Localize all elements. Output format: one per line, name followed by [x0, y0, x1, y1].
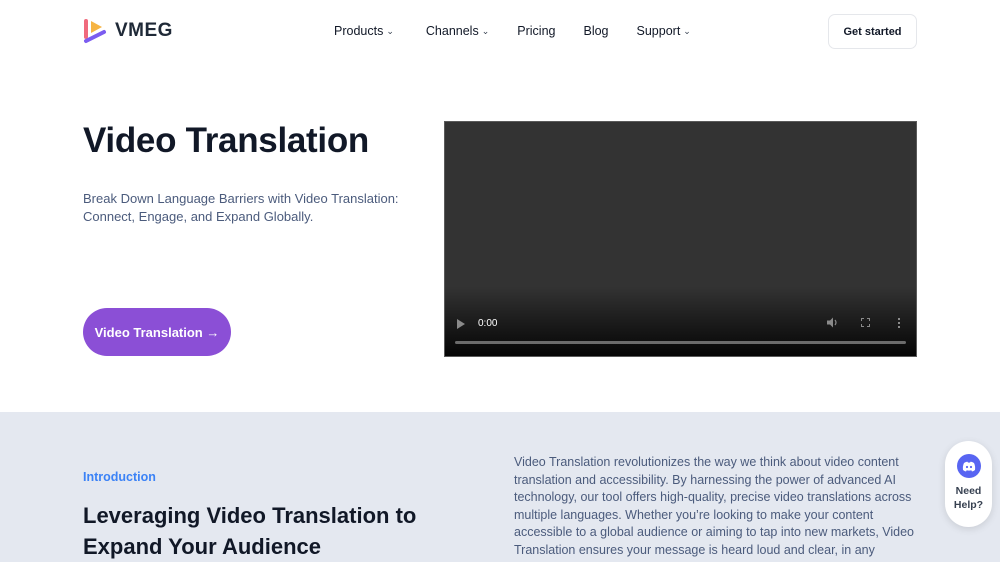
page-title: Video Translation [83, 121, 369, 160]
nav-products[interactable]: Products ⌄ [334, 24, 394, 38]
chevron-down-icon: ⌄ [386, 26, 394, 36]
nav-pricing-label: Pricing [517, 24, 556, 38]
nav-channels[interactable]: Channels ⌄ [426, 24, 489, 38]
nav-blog-label: Blog [583, 24, 609, 38]
nav-channels-label: Channels [425, 24, 479, 38]
video-current-time: 0:00 [478, 318, 498, 329]
play-icon[interactable] [457, 319, 465, 329]
nav-support-label: Support [636, 24, 681, 38]
nav-products-label: Products [334, 24, 384, 38]
section-heading: Leveraging Video Translation to Expand Y… [83, 503, 417, 559]
video-player[interactable]: 0:00 [444, 121, 917, 357]
fullscreen-icon[interactable] [861, 318, 870, 327]
vmeg-logo-icon [84, 19, 106, 43]
logo[interactable]: VMEG [83, 18, 173, 44]
chevron-down-icon: ⌄ [683, 26, 691, 36]
chevron-down-icon: ⌄ [481, 26, 490, 36]
nav-support[interactable]: Support ⌄ [637, 24, 691, 38]
need-help-label: Need Help? [953, 485, 984, 511]
introduction-section: Introduction Leveraging Video Translatio… [0, 412, 1000, 562]
discord-icon [956, 454, 981, 478]
need-help-widget[interactable]: Need Help? [945, 441, 992, 527]
section-label: Introduction [83, 470, 156, 484]
get-started-button[interactable]: Get started [828, 14, 917, 49]
site-header: VMEG Products ⌄ Channels ⌄ Pricing Blog … [0, 0, 1000, 62]
volume-icon[interactable] [827, 317, 839, 331]
hero-subtitle: Break Down Language Barriers with Video … [83, 191, 399, 224]
more-options-icon[interactable] [898, 318, 901, 329]
video-progress-bar[interactable] [455, 341, 906, 344]
logo-text: VMEG [115, 20, 173, 41]
video-controls-overlay [445, 286, 916, 356]
nav-blog[interactable]: Blog [583, 24, 608, 38]
section-body: Video Translation revolutionizes the way… [514, 455, 915, 557]
nav-pricing[interactable]: Pricing [517, 24, 555, 38]
main-nav: Products ⌄ Channels ⌄ Pricing Blog Suppo… [334, 24, 691, 38]
video-translation-cta-button[interactable]: Video Translation → [83, 308, 231, 356]
